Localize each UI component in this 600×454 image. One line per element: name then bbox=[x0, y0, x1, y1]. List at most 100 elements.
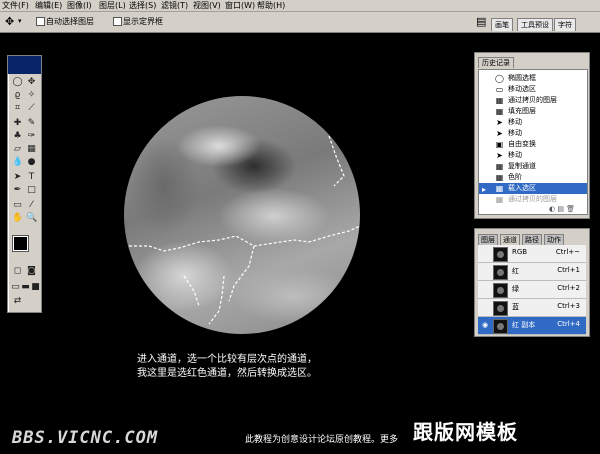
zoom-tool-icon[interactable]: 🔍 bbox=[26, 213, 37, 224]
history-item-load-selection[interactable]: ▸ ▦ 载入选区 bbox=[479, 183, 587, 194]
tab-actions[interactable]: 动作 bbox=[544, 234, 564, 245]
notes-tool-icon[interactable]: ▭ bbox=[12, 200, 23, 211]
path-select-icon[interactable]: ➤ bbox=[12, 172, 23, 183]
fill-icon: ▦ bbox=[495, 107, 504, 116]
history-item-move-selection[interactable]: ▭ 移动选区 bbox=[479, 84, 587, 95]
selection-marching-ants bbox=[129, 135, 360, 325]
screen-mode-black-icon[interactable]: ■ bbox=[30, 282, 41, 293]
history-item-ellipse-marquee[interactable]: ◯ 椭圆选框 bbox=[479, 73, 587, 84]
palette-well-icon[interactable]: ▤ bbox=[476, 15, 486, 28]
transform-icon: ▣ bbox=[495, 140, 504, 149]
ellipse-marquee-icon: ◯ bbox=[495, 74, 504, 83]
magic-wand-icon[interactable]: ✧ bbox=[26, 90, 37, 101]
jump-to-imageready-icon[interactable]: ⇄ bbox=[12, 296, 23, 307]
move-tool-icon[interactable]: ✥ bbox=[26, 77, 37, 88]
eyedropper-icon[interactable]: ⁄ bbox=[26, 200, 37, 211]
tab-brushes[interactable]: 画笔 bbox=[491, 18, 513, 31]
healing-brush-icon[interactable]: ✚ bbox=[12, 118, 23, 129]
type-tool-icon[interactable]: T bbox=[26, 172, 37, 183]
channel-row-green[interactable]: 绿 Ctrl+2 bbox=[478, 281, 586, 299]
menu-help[interactable]: 帮助(H) bbox=[257, 0, 285, 11]
history-item-duplicate-channel[interactable]: ▦ 复制通道 bbox=[479, 161, 587, 172]
menu-bar: 文件(F) 编辑(E) 图像(I) 图层(L) 选择(S) 滤镜(T) 视图(V… bbox=[0, 0, 600, 12]
menu-filter[interactable]: 滤镜(T) bbox=[161, 0, 188, 11]
visibility-toggle[interactable] bbox=[480, 302, 490, 312]
hand-tool-icon[interactable]: ✋ bbox=[12, 213, 23, 224]
menu-select[interactable]: 选择(S) bbox=[129, 0, 156, 11]
history-brush-icon[interactable]: ✑ bbox=[26, 131, 37, 142]
gradient-tool-icon[interactable]: ▦ bbox=[26, 144, 37, 155]
tab-history[interactable]: 历史记录 bbox=[478, 57, 514, 68]
history-item-layer-via-copy[interactable]: ▦ 通过拷贝的图层 bbox=[479, 95, 587, 106]
history-item-layer-via-copy-dimmed[interactable]: ▦ 通过拷贝的图层 bbox=[479, 194, 587, 205]
menu-image[interactable]: 图像(I) bbox=[67, 0, 92, 11]
move-tool-icon[interactable]: ✥ bbox=[5, 15, 14, 28]
show-bounds-checkbox[interactable] bbox=[113, 17, 122, 26]
history-item-free-transform[interactable]: ▣ 自由变换 bbox=[479, 139, 587, 150]
levels-icon: ▦ bbox=[495, 173, 504, 182]
channel-row-red-copy[interactable]: ◉ 红 副本 Ctrl+4 bbox=[478, 317, 586, 335]
menu-file[interactable]: 文件(F) bbox=[2, 0, 29, 11]
channel-row-rgb[interactable]: RGB Ctrl+~ bbox=[478, 245, 586, 263]
history-footer-icons[interactable]: ◐ ▤ 🗑 bbox=[549, 205, 575, 213]
crop-tool-icon[interactable]: ⌗ bbox=[12, 103, 23, 114]
channel-thumbnail bbox=[493, 247, 508, 262]
slice-tool-icon[interactable]: ⟋ bbox=[26, 103, 37, 114]
layer-icon: ▦ bbox=[495, 195, 504, 204]
move-icon: ➤ bbox=[496, 129, 503, 138]
menu-edit[interactable]: 编辑(E) bbox=[35, 0, 62, 11]
tab-paths[interactable]: 路径 bbox=[522, 234, 542, 245]
menu-window[interactable]: 窗口(W) bbox=[225, 0, 255, 11]
footer-note: 此教程为创意设计论坛原创教程。更多 bbox=[245, 435, 399, 445]
foreground-color-swatch[interactable] bbox=[12, 235, 29, 252]
quick-mask-icon[interactable]: ◙ bbox=[26, 266, 37, 277]
shape-tool-icon[interactable]: □ bbox=[26, 185, 37, 196]
visibility-toggle[interactable] bbox=[480, 248, 490, 258]
menu-view[interactable]: 视图(V) bbox=[193, 0, 221, 11]
tab-channels[interactable]: 通道 bbox=[500, 234, 520, 245]
eye-icon[interactable]: ◉ bbox=[480, 320, 490, 330]
move-icon: ▭ bbox=[495, 85, 504, 94]
history-panel: 历史记录 ◯ 椭圆选框 ▭ 移动选区 ▦ 通过拷贝的图层 ▦ 填充图层 ➤ 移动… bbox=[474, 52, 590, 219]
standard-mode-icon[interactable]: ◻ bbox=[12, 266, 23, 277]
marquee-tool-icon[interactable]: ◯ bbox=[12, 77, 23, 88]
channel-row-red[interactable]: 红 Ctrl+1 bbox=[478, 263, 586, 281]
chevron-down-icon[interactable]: ▾ bbox=[18, 17, 22, 25]
toolbox-header bbox=[8, 56, 41, 74]
clone-stamp-icon[interactable]: ♣ bbox=[12, 131, 23, 142]
brush-tool-icon[interactable]: ✎ bbox=[26, 118, 37, 129]
tab-tool-presets[interactable]: 工具预设 bbox=[517, 18, 553, 31]
visibility-toggle[interactable] bbox=[480, 284, 490, 294]
selection-icon: ▦ bbox=[495, 184, 504, 193]
tab-character[interactable]: 字符 bbox=[554, 18, 576, 31]
dodge-tool-icon[interactable]: ● bbox=[26, 157, 37, 168]
history-item-move[interactable]: ➤ 移动 bbox=[479, 117, 587, 128]
history-item-move[interactable]: ➤ 移动 bbox=[479, 128, 587, 139]
channel-thumbnail bbox=[493, 301, 508, 316]
lasso-tool-icon[interactable]: ϱ bbox=[12, 90, 23, 101]
tab-layers[interactable]: 图层 bbox=[478, 234, 498, 245]
pen-tool-icon[interactable]: ✒ bbox=[12, 185, 23, 196]
show-bounds-label: 显示定界框 bbox=[123, 17, 163, 26]
channel-thumbnail bbox=[493, 319, 508, 334]
channel-thumbnail bbox=[493, 283, 508, 298]
move-icon: ➤ bbox=[496, 151, 503, 160]
channels-panel: 图层 通道 路径 动作 RGB Ctrl+~ 红 Ctrl+1 绿 Ctrl+2… bbox=[474, 228, 590, 337]
history-item-move[interactable]: ➤ 移动 bbox=[479, 150, 587, 161]
site-watermark: BBS.VICNC.COM bbox=[12, 428, 159, 448]
tutorial-caption: 进入通道，选一个比较有层次点的通道， 我这里是选红色通道，然后转换成选区。 bbox=[137, 353, 377, 381]
auto-select-checkbox[interactable] bbox=[36, 17, 45, 26]
toolbox: ◯ ✥ ϱ ✧ ⌗ ⟋ ✚ ✎ ♣ ✑ ▱ ▦ 💧 ● ➤ T ✒ □ ▭ ⁄ … bbox=[7, 55, 42, 313]
brand-watermark: 跟版网模板 bbox=[413, 420, 518, 444]
eraser-tool-icon[interactable]: ▱ bbox=[12, 144, 23, 155]
history-item-fill-layer[interactable]: ▦ 填充图层 bbox=[479, 106, 587, 117]
visibility-toggle[interactable] bbox=[480, 266, 490, 276]
blur-tool-icon[interactable]: 💧 bbox=[12, 157, 23, 168]
history-list: ◯ 椭圆选框 ▭ 移动选区 ▦ 通过拷贝的图层 ▦ 填充图层 ➤ 移动 ➤ 移动… bbox=[478, 69, 588, 215]
channel-row-blue[interactable]: 蓝 Ctrl+3 bbox=[478, 299, 586, 317]
move-icon: ➤ bbox=[496, 118, 503, 127]
auto-select-label: 自动选择图层 bbox=[46, 17, 94, 26]
menu-layer[interactable]: 图层(L) bbox=[99, 0, 126, 11]
canvas-circle-image bbox=[124, 96, 360, 334]
history-item-levels[interactable]: ▦ 色阶 bbox=[479, 172, 587, 183]
